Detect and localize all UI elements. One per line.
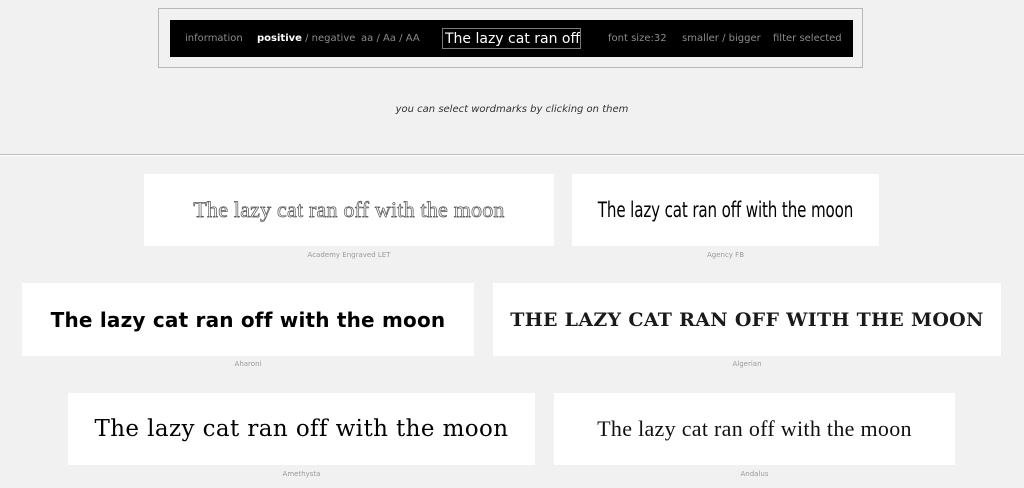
wordmark-card[interactable]: The lazy cat ran off with the moon	[144, 174, 554, 246]
font-name-caption: Andalus	[740, 470, 769, 478]
negative-option[interactable]: negative	[312, 33, 356, 44]
positive-option[interactable]: positive	[257, 33, 302, 44]
size-controls: smaller / bigger	[682, 20, 761, 57]
wordmark-card[interactable]: The lazy cat ran off with the moon	[572, 174, 879, 246]
polarity-toggle: positive / negative	[257, 20, 355, 57]
case-title-option[interactable]: Aa	[383, 33, 396, 44]
wordmark-card[interactable]: The lazy cat ran off with the moon	[554, 393, 955, 465]
separator: /	[722, 33, 726, 44]
wordmark-text: The lazy cat ran off with the moon	[597, 198, 854, 222]
font-size-label: font size:	[608, 33, 654, 44]
case-lower-option[interactable]: aa	[361, 33, 373, 44]
case-toggle: aa / Aa / AA	[361, 20, 420, 57]
font-name-caption: Academy Engraved LET	[307, 251, 391, 259]
font-size-value: 32	[653, 33, 667, 44]
selection-hint: you can select wordmarks by clicking on …	[395, 104, 629, 115]
font-size-display: font size:32	[608, 20, 667, 57]
wordmark-card[interactable]: The lazy cat ran off with the moon	[22, 283, 474, 356]
wordmark-card[interactable]: The lazy cat ran off with the moon	[493, 283, 1001, 356]
wordmark-text: The lazy cat ran off with the moon	[510, 308, 984, 331]
font-name-caption: Agency FB	[706, 251, 745, 259]
toolbar-frame: information positive / negative aa / Aa …	[158, 8, 863, 68]
separator: /	[376, 33, 380, 44]
smaller-button[interactable]: smaller	[682, 33, 719, 44]
case-upper-option[interactable]: AA	[406, 33, 420, 44]
filter-selected-button[interactable]: filter selected	[773, 20, 842, 57]
font-name-caption: Aharoni	[234, 360, 262, 368]
wordmark-text: The lazy cat ran off with the moon	[193, 197, 505, 223]
toolbar: information positive / negative aa / Aa …	[170, 20, 853, 57]
wordmark-text: The lazy cat ran off with the moon	[597, 416, 912, 441]
separator: /	[305, 33, 309, 44]
font-name-caption: Algerian	[732, 360, 762, 368]
divider	[0, 154, 1024, 156]
wordmark-text: The lazy cat ran off with the moon	[50, 307, 446, 332]
bigger-button[interactable]: bigger	[729, 33, 761, 44]
information-link[interactable]: information	[185, 20, 243, 57]
wordmark-text: The lazy cat ran off with the moon	[94, 416, 509, 442]
separator: /	[399, 33, 403, 44]
font-name-caption: Amethysta	[282, 470, 321, 478]
sample-text-input[interactable]	[442, 28, 581, 49]
wordmark-card[interactable]: The lazy cat ran off with the moon	[68, 393, 535, 465]
